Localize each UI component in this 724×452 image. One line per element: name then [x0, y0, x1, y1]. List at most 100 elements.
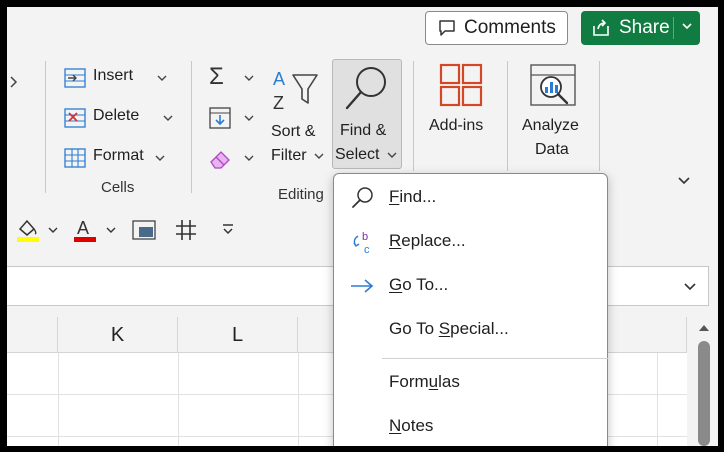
clear-button[interactable]	[205, 143, 257, 173]
delete-label: Delete	[93, 107, 140, 124]
svg-text:c: c	[364, 244, 370, 256]
column-header-k[interactable]: K	[58, 317, 178, 353]
magnifier-icon	[345, 67, 386, 110]
ribbon-divider	[191, 61, 192, 193]
delete-button[interactable]: Delete	[62, 103, 173, 133]
share-label: Share	[619, 17, 670, 38]
fill-color-button[interactable]	[15, 217, 61, 247]
find-select-menu: Find... b c Replace... Go To... Go To Sp…	[333, 173, 608, 446]
comments-button[interactable]: Comments	[425, 11, 568, 45]
comments-label: Comments	[464, 17, 556, 38]
sort-filter-line2: Filter	[271, 147, 307, 164]
find-select-line1: Find &	[340, 122, 387, 139]
chevron-down-icon[interactable]	[683, 281, 697, 293]
add-ins-button[interactable]: Add-ins	[422, 63, 500, 163]
share-divider	[673, 17, 674, 39]
find-label: Find...	[389, 187, 437, 206]
chevron-down-icon	[48, 227, 58, 233]
customize-toolbar-icon[interactable]	[221, 222, 235, 236]
chevron-down-icon[interactable]	[680, 19, 694, 33]
replace-label: Replace...	[389, 231, 466, 250]
insert-label: Insert	[93, 67, 134, 84]
svg-text:Z: Z	[273, 93, 284, 113]
eraser-icon	[210, 151, 230, 169]
chevron-down-icon	[314, 153, 324, 159]
insert-cells-icon	[64, 68, 86, 88]
add-ins-icon	[439, 63, 483, 107]
ribbon-divider	[45, 61, 46, 193]
svg-text:A: A	[77, 218, 89, 238]
col-line	[178, 353, 179, 446]
font-color-button[interactable]: A	[73, 217, 119, 247]
col-line	[298, 353, 299, 446]
vertical-scrollbar[interactable]	[690, 317, 718, 446]
chevron-down-icon	[244, 75, 254, 81]
notes-label: Notes	[389, 416, 434, 435]
menu-item-go-to[interactable]: Go To...	[334, 264, 607, 308]
col-line	[657, 353, 658, 446]
fill-down-icon	[209, 107, 231, 129]
excel-window: Comments Share Insert Delete Format Cell…	[7, 7, 718, 446]
menu-item-notes[interactable]: Notes	[334, 405, 607, 446]
analyze-data-button[interactable]: Analyze Data	[515, 63, 595, 163]
column-header[interactable]	[598, 317, 687, 353]
find-select-line2: Select	[335, 146, 380, 163]
share-button[interactable]: Share	[581, 11, 700, 45]
replace-icon: b c	[353, 231, 370, 256]
menu-item-find[interactable]: Find...	[334, 176, 607, 220]
go-to-special-label: Go To Special...	[389, 319, 509, 338]
find-select-button[interactable]: Find & Select	[332, 59, 402, 169]
share-icon	[593, 19, 609, 36]
scroll-up-icon[interactable]	[698, 323, 710, 333]
comment-icon	[439, 20, 455, 36]
delete-cells-icon	[64, 108, 86, 128]
formulas-label: Formulas	[389, 372, 460, 391]
format-cells-icon	[64, 148, 86, 168]
chevron-down-icon	[244, 115, 254, 121]
scrollbar-thumb[interactable]	[698, 341, 710, 446]
col-line	[58, 353, 59, 446]
ribbon-divider	[599, 61, 600, 171]
menu-item-formulas[interactable]: Formulas	[334, 361, 607, 405]
column-header-l[interactable]: L	[178, 317, 298, 353]
menu-item-replace[interactable]: b c Replace...	[334, 220, 607, 264]
sort-filter-button[interactable]: A Z Sort & Filter	[267, 63, 329, 173]
chevron-down-icon	[106, 227, 116, 233]
svg-text:b: b	[362, 231, 368, 243]
sigma-icon: Σ	[209, 63, 224, 90]
autosum-button[interactable]: Σ	[205, 63, 257, 93]
number-format-icon[interactable]	[174, 218, 198, 242]
arrow-right-icon	[351, 279, 374, 293]
go-to-label: Go To...	[389, 275, 449, 294]
chevron-down-icon	[244, 155, 254, 161]
cells-group-label: Cells	[101, 179, 135, 196]
fill-button[interactable]	[205, 103, 257, 133]
analyze-line2: Data	[535, 141, 569, 158]
sort-filter-icon: A Z	[273, 69, 318, 113]
fill-color-icon	[17, 219, 39, 242]
analyze-data-icon	[530, 64, 576, 106]
chevron-down-icon	[163, 115, 173, 121]
ribbon-expand-icon[interactable]	[677, 175, 691, 187]
menu-item-go-to-special[interactable]: Go To Special...	[334, 308, 607, 352]
screenshot-frame: Comments Share Insert Delete Format Cell…	[0, 0, 724, 452]
analyze-line1: Analyze	[522, 117, 579, 134]
add-ins-label: Add-ins	[429, 117, 484, 134]
svg-text:A: A	[273, 69, 285, 89]
insert-button[interactable]: Insert	[62, 63, 172, 93]
chevron-down-icon	[157, 75, 167, 81]
chevron-right-icon[interactable]	[9, 75, 19, 89]
search-icon	[352, 187, 373, 208]
menu-separator	[382, 358, 608, 359]
cell-styles-icon[interactable]	[131, 219, 157, 241]
ribbon-divider	[507, 61, 508, 171]
editing-group-label: Editing	[278, 186, 324, 203]
ribbon-divider	[413, 61, 414, 171]
font-color-icon: A	[74, 218, 96, 242]
format-button[interactable]: Format	[62, 143, 172, 173]
format-label: Format	[93, 147, 144, 164]
column-header[interactable]	[7, 317, 58, 353]
chevron-down-icon	[387, 152, 397, 158]
chevron-down-icon	[155, 155, 165, 161]
sort-filter-line1: Sort &	[271, 123, 316, 140]
